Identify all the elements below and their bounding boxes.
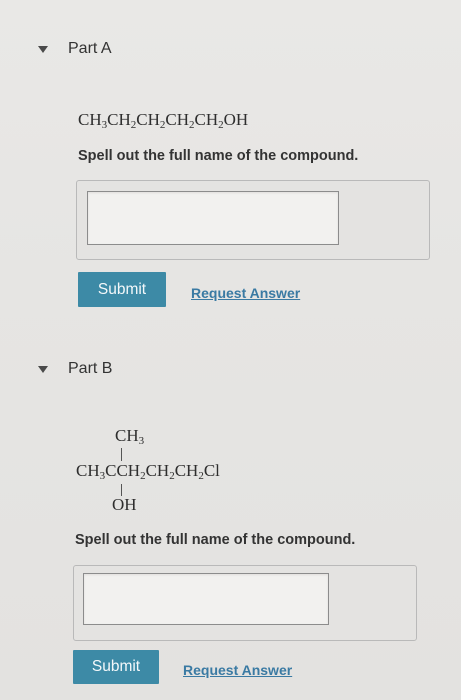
part-b-formula-main-group: CH [76, 461, 100, 480]
part-b-formula-hydroxyl: OH [112, 495, 137, 514]
part-b-bond-top [121, 448, 122, 461]
part-b-title: Part B [68, 360, 113, 377]
part-a-answer-input[interactable] [87, 191, 339, 245]
part-a-formula: CH3CH2CH2CH2CH2OH [78, 110, 248, 131]
part-a-formula-group: CH [194, 110, 219, 129]
part-a-title: Part A [68, 40, 112, 57]
part-b-formula-main-group: CH [145, 461, 170, 480]
part-a-answer-container [76, 180, 430, 260]
part-b-prompt: Spell out the full name of the compound. [75, 532, 356, 548]
part-b-formula-methyl-group: CH [115, 426, 139, 445]
part-b-formula-main-group: Cl [203, 461, 220, 480]
part-b-submit-button[interactable]: Submit [73, 650, 159, 684]
part-a-prompt: Spell out the full name of the compound. [78, 148, 359, 164]
part-b-formula-main-group: CH [116, 461, 141, 480]
part-b-formula-main-group: C [105, 461, 117, 480]
part-a-formula-group: CH [107, 110, 131, 129]
part-a-formula-group: OH [223, 110, 249, 129]
part-a-header[interactable]: Part A [38, 40, 112, 58]
caret-down-icon[interactable] [38, 45, 48, 53]
part-b-formula-methyl: CH3 [115, 426, 144, 447]
part-b-formula-methyl-subscript: 3 [138, 435, 145, 447]
part-b-formula-main: CH3CCH2CH2CH2Cl [76, 461, 220, 482]
part-b-answer-container [73, 565, 417, 641]
part-a-submit-button[interactable]: Submit [78, 272, 166, 307]
part-b-formula-main-group: CH [174, 461, 199, 480]
part-a-request-answer-link[interactable]: Request Answer [191, 285, 300, 301]
part-a-formula-group: CH [136, 110, 160, 129]
part-b-header[interactable]: Part B [38, 360, 112, 378]
part-b-answer-input[interactable] [83, 573, 329, 625]
part-b-request-answer-link[interactable]: Request Answer [183, 662, 292, 678]
caret-down-icon[interactable] [38, 365, 48, 373]
question-page: Part A CH3CH2CH2CH2CH2OH Spell out the f… [0, 0, 461, 700]
part-a-formula-group: CH [165, 110, 189, 129]
part-a-formula-group: CH [78, 110, 102, 129]
